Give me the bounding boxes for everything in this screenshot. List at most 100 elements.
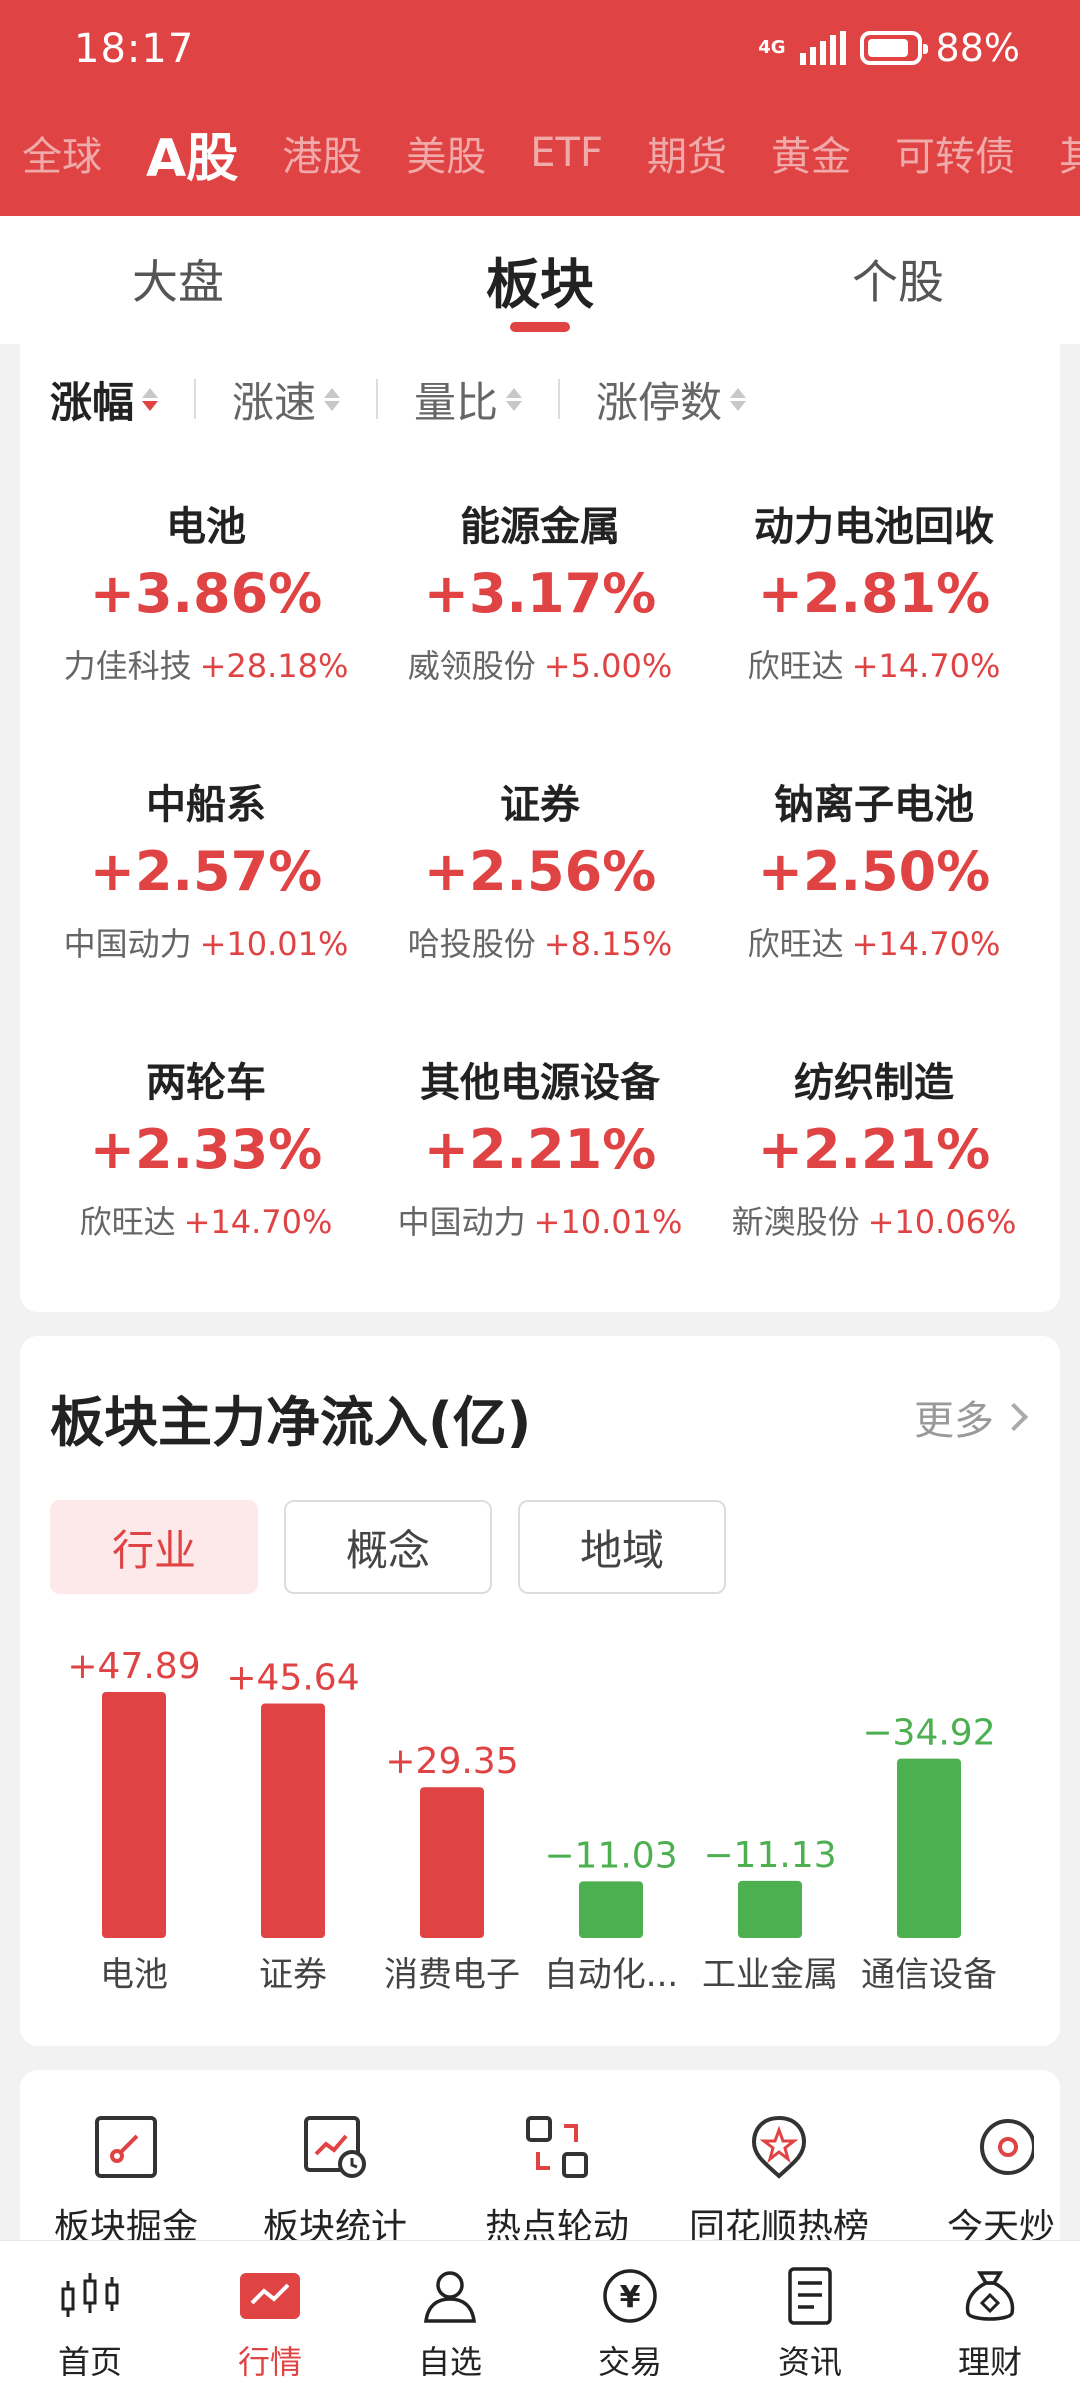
sort-desc-icon [142, 387, 159, 411]
sector-cell[interactable]: 证券 +2.56% 哈投股份 +8.15% [373, 732, 707, 1010]
leading-stock-name: 威领股份 [407, 647, 536, 685]
signal-icon [799, 31, 846, 65]
nav-trade[interactable]: ¥ 交易 [540, 2241, 720, 2400]
tab-bankuai[interactable]: 板块 [486, 240, 594, 319]
yuan-icon: ¥ [603, 2269, 657, 2323]
nav-watchlist[interactable]: 自选 [360, 2241, 540, 2400]
sort-icon [506, 387, 523, 411]
leading-stock-name: 中国动力 [397, 1203, 526, 1241]
market-tab[interactable]: ETF [530, 130, 603, 176]
flow-bar[interactable] [261, 1703, 325, 1938]
market-tab[interactable]: 期货 [647, 124, 727, 182]
market-tab[interactable]: A股 [146, 118, 238, 189]
flow-bar-value: +47.89 [67, 1646, 200, 1687]
leading-stock: 威领股份 +5.00% [373, 641, 707, 687]
sector-change-pct: +2.21% [757, 1118, 991, 1181]
tools-card: 板块掘金 板块统计 热点轮动 同花顺热榜 今天炒 [20, 2070, 1060, 2250]
sector-name: 证券 [500, 782, 580, 828]
nav-label: 理财 [957, 2343, 1022, 2381]
market-tab[interactable]: 美股 [406, 124, 486, 182]
sort-limit-up-count[interactable]: 涨停数 [596, 369, 747, 430]
sort-label: 涨停数 [596, 377, 723, 427]
market-tab[interactable]: 全球 [22, 124, 102, 182]
sector-name: 两轮车 [146, 1060, 266, 1106]
tools-row: 板块掘金 板块统计 热点轮动 同花顺热榜 今天炒 [20, 2114, 1060, 2250]
nav-label: 行情 [237, 2343, 302, 2381]
leading-stock-pct: +5.00% [543, 647, 673, 685]
sector-name: 电池 [166, 504, 246, 550]
market-tab[interactable]: 港股 [282, 124, 362, 182]
nav-label: 资讯 [777, 2343, 842, 2381]
tool-hot-rank[interactable]: 同花顺热榜 [668, 2114, 890, 2250]
nav-news[interactable]: 资讯 [720, 2241, 900, 2400]
sector-cell[interactable]: 中船系 +2.57% 中国动力 +10.01% [39, 732, 373, 1010]
leading-stock-name: 哈投股份 [407, 925, 536, 963]
flow-bar-value: −11.03 [544, 1835, 677, 1876]
leading-stock: 欣旺达 +14.70% [39, 1197, 373, 1243]
leading-stock-pct: +10.01% [199, 925, 349, 963]
user-icon [424, 2271, 476, 2323]
sector-cell[interactable]: 钠离子电池 +2.50% 欣旺达 +14.70% [707, 732, 1041, 1010]
sector-name: 其他电源设备 [420, 1060, 660, 1106]
sort-bar: 涨幅 涨速 量比 涨停数 [50, 364, 747, 434]
leading-stock-name: 欣旺达 [747, 647, 844, 685]
flow-bar-value: −11.13 [703, 1835, 836, 1876]
leading-stock-pct: +14.70% [851, 925, 1001, 963]
sort-label: 量比 [414, 377, 499, 427]
flow-bar[interactable] [897, 1758, 961, 1938]
sector-cell[interactable]: 纺织制造 +2.21% 新澳股份 +10.06% [707, 1010, 1041, 1288]
flow-bar-value: +45.64 [226, 1658, 359, 1699]
leading-stock: 欣旺达 +14.70% [707, 641, 1041, 687]
market-tab[interactable]: 黄金 [771, 124, 851, 182]
sort-label: 涨幅 [50, 377, 135, 427]
leading-stock: 欣旺达 +14.70% [707, 919, 1041, 965]
top-bar: 18:17 4G 88% 全球 A股 港股 美股 ETF 期货 黄金 可转债其 [0, 0, 1080, 216]
chart-dig-icon [95, 2116, 157, 2178]
sort-icon [324, 387, 341, 411]
flow-bar[interactable] [579, 1881, 643, 1938]
sector-cell[interactable]: 其他电源设备 +2.21% 中国动力 +10.01% [373, 1010, 707, 1288]
tool-today[interactable]: 今天炒 [890, 2114, 1060, 2250]
flow-bar-category: 消费电子 [384, 1955, 520, 1995]
tool-hot-rotation[interactable]: 热点轮动 [446, 2114, 668, 2250]
market-tab[interactable]: 其 [1059, 124, 1080, 182]
svg-text:¥: ¥ [620, 2280, 641, 2315]
flow-bar[interactable] [738, 1880, 802, 1938]
tool-sector-dig[interactable]: 板块掘金 [28, 2114, 224, 2250]
flow-bar-category: 电池 [100, 1955, 168, 1995]
flow-bar[interactable] [102, 1692, 166, 1938]
sector-cell[interactable]: 能源金属 +3.17% 威领股份 +5.00% [373, 454, 707, 732]
sector-name: 钠离子电池 [774, 782, 974, 828]
market-tabs: 全球 A股 港股 美股 ETF 期货 黄金 可转债其 [0, 118, 1080, 189]
nav-wealth[interactable]: 理财 [900, 2241, 1080, 2400]
sector-change-pct: +2.81% [757, 562, 991, 625]
sector-cell[interactable]: 动力电池回收 +2.81% 欣旺达 +14.70% [707, 454, 1041, 732]
sort-change-pct[interactable]: 涨幅 [50, 369, 159, 430]
flow-bar[interactable] [420, 1787, 484, 1938]
leading-stock: 新澳股份 +10.06% [707, 1197, 1041, 1243]
sort-speed[interactable]: 涨速 [232, 369, 341, 430]
flow-bar-value: +29.35 [385, 1741, 518, 1782]
market-tab[interactable]: 可转债 [895, 124, 1015, 182]
fund-flow-card: 板块主力净流入(亿) 更多 行业 概念 地域 +47.89 电池 +45.64 证券 +… [20, 1336, 1060, 2046]
active-tab-indicator [510, 322, 570, 332]
leading-stock-pct: +14.70% [183, 1203, 333, 1241]
nav-label: 自选 [417, 2343, 482, 2381]
leading-stock-name: 中国动力 [63, 925, 192, 963]
sort-volume-ratio[interactable]: 量比 [414, 369, 523, 430]
flow-bar-category: 工业金属 [702, 1955, 838, 1995]
news-icon [788, 2267, 832, 2325]
sector-change-pct: +3.86% [89, 562, 323, 625]
leading-stock-pct: +10.06% [867, 1203, 1017, 1241]
tool-sector-stats[interactable]: 板块统计 [224, 2114, 446, 2250]
sector-cell[interactable]: 电池 +3.86% 力佳科技 +28.18% [39, 454, 373, 732]
sector-cell[interactable]: 两轮车 +2.33% 欣旺达 +14.70% [39, 1010, 373, 1288]
tab-dapan[interactable]: 大盘 [132, 246, 224, 312]
nav-home[interactable]: 首页 [0, 2241, 180, 2400]
flow-bar-category: 通信设备 [861, 1955, 997, 1995]
hot-rank-icon [751, 2115, 807, 2179]
divider [376, 379, 379, 419]
tab-gegu[interactable]: 个股 [852, 246, 944, 312]
nav-market[interactable]: 行情 [180, 2241, 360, 2400]
sector-change-pct: +3.17% [423, 562, 657, 625]
